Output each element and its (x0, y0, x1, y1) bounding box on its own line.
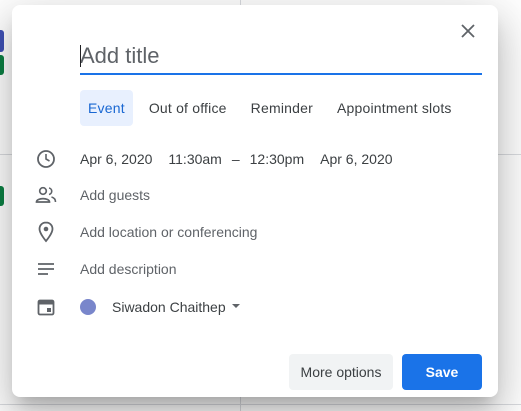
datetime-values: Apr 6, 2020 11:30am – 12:30pm Apr 6, 202… (80, 151, 393, 167)
add-guests-label: Add guests (80, 187, 151, 203)
description-row[interactable]: Add description (12, 257, 498, 281)
tab-event[interactable]: Event (80, 90, 133, 126)
time-separator: – (231, 151, 240, 167)
start-time[interactable]: 11:30am (168, 151, 221, 167)
title-input[interactable] (80, 41, 482, 71)
description-lines-icon (35, 258, 57, 280)
start-date[interactable]: Apr 6, 2020 (80, 151, 152, 167)
save-button[interactable]: Save (402, 354, 482, 390)
close-icon (461, 24, 475, 38)
tab-out-of-office[interactable]: Out of office (141, 90, 235, 126)
more-options-button[interactable]: More options (289, 354, 393, 390)
add-description-label: Add description (80, 261, 177, 277)
close-button[interactable] (456, 19, 480, 43)
calendar-row: Siwadon Chaithep (12, 295, 498, 319)
location-row[interactable]: Add location or conferencing (12, 220, 498, 244)
calendar-owner-select[interactable]: Siwadon Chaithep (112, 299, 226, 315)
guests-row[interactable]: Add guests (12, 183, 498, 207)
tab-reminder[interactable]: Reminder (243, 90, 321, 126)
datetime-row: Apr 6, 2020 11:30am – 12:30pm Apr 6, 202… (12, 147, 498, 171)
end-time[interactable]: 12:30pm (250, 151, 304, 167)
text-caret (80, 45, 81, 67)
end-date[interactable]: Apr 6, 2020 (320, 151, 392, 167)
tab-appointment-slots[interactable]: Appointment slots (329, 90, 460, 126)
clock-icon (35, 148, 57, 170)
calendar-icon (35, 296, 57, 318)
calendar-grid-line (0, 404, 521, 405)
event-quick-create-dialog: Event Out of office Reminder Appointment… (12, 5, 498, 397)
calendar-event-chip[interactable] (0, 55, 4, 75)
calendar-event-chip[interactable] (0, 186, 4, 206)
location-pin-icon (35, 221, 57, 243)
title-field[interactable] (80, 41, 482, 75)
people-icon (35, 184, 57, 206)
calendar-event-chip[interactable] (0, 30, 4, 52)
calendar-color-dot (80, 299, 96, 315)
add-location-label: Add location or conferencing (80, 224, 258, 240)
event-type-tabs: Event Out of office Reminder Appointment… (80, 90, 460, 126)
dropdown-arrow-icon[interactable] (232, 304, 240, 308)
